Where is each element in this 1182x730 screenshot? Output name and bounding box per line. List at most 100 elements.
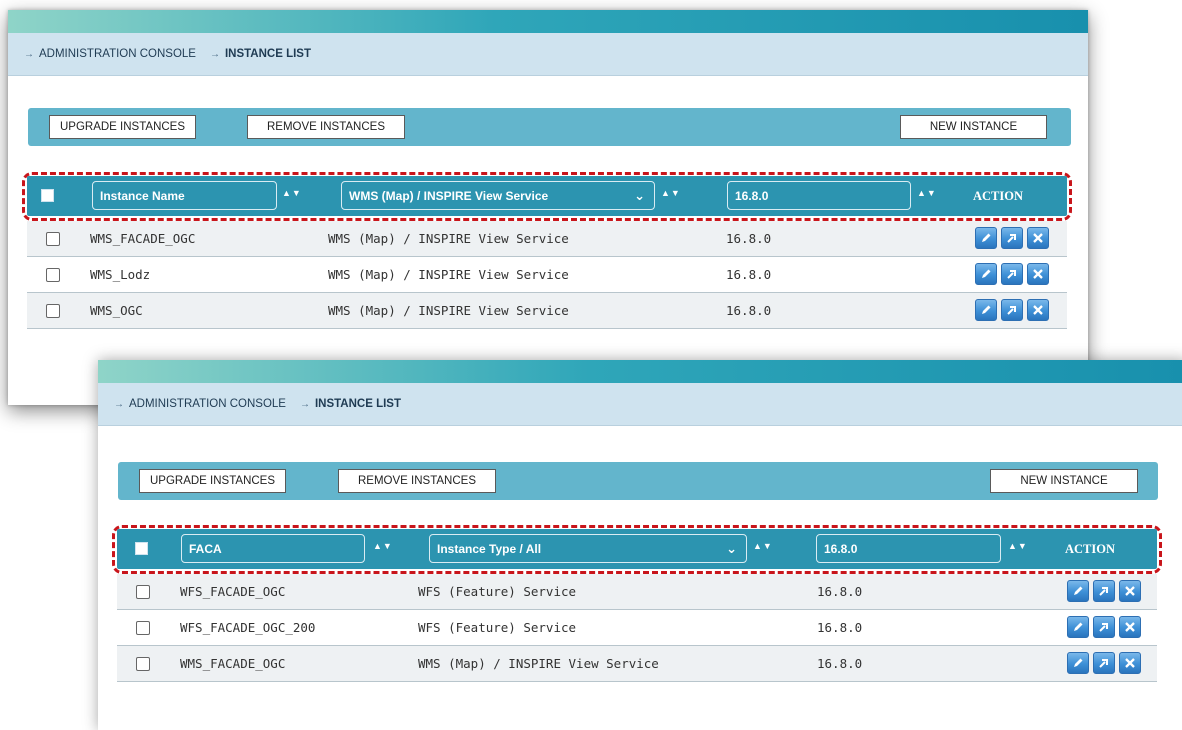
arrow-right-icon: →	[114, 398, 124, 410]
instance-type-select[interactable]: Instance Type / All ⌄	[429, 534, 747, 563]
table-row: WFS_FACADE_OGC WFS (Feature) Service 16.…	[117, 574, 1157, 610]
select-all-checkbox[interactable]	[41, 189, 54, 202]
upgrade-instances-button[interactable]: UPGRADE INSTANCES	[139, 469, 286, 493]
row-instance-name: WMS_Lodz	[90, 267, 151, 282]
row-version: 16.8.0	[817, 620, 863, 635]
table-row: WMS_FACADE_OGC WMS (Map) / INSPIRE View …	[117, 646, 1157, 682]
row-version: 16.8.0	[726, 267, 772, 282]
toolbar: UPGRADE INSTANCES REMOVE INSTANCES NEW I…	[118, 462, 1158, 500]
chevron-down-icon: ⌄	[726, 541, 737, 556]
delete-button[interactable]	[1027, 227, 1049, 249]
table-header: Instance Name ▲▼ WMS (Map) / INSPIRE Vie…	[27, 176, 1067, 216]
row-instance-name: WFS_FACADE_OGC_200	[180, 620, 316, 635]
breadcrumb-instance-list[interactable]: → INSTANCE LIST	[210, 48, 311, 60]
row-checkbox[interactable]	[46, 304, 60, 318]
sort-type-icon[interactable]: ▲▼	[661, 188, 681, 198]
arrow-right-icon: →	[24, 48, 34, 60]
toolbar: UPGRADE INSTANCES REMOVE INSTANCES NEW I…	[28, 108, 1071, 146]
close-icon	[1124, 585, 1136, 597]
arrow-icon	[1098, 585, 1110, 597]
instance-name-filter-input[interactable]: Instance Name	[92, 181, 277, 210]
instance-name-filter-input[interactable]: FACA	[181, 534, 365, 563]
instance-list-panel-2: → ADMINISTRATION CONSOLE → INSTANCE LIST…	[98, 360, 1182, 730]
instance-type-select[interactable]: WMS (Map) / INSPIRE View Service ⌄	[341, 181, 655, 210]
pencil-icon	[1072, 657, 1084, 669]
close-icon	[1032, 232, 1044, 244]
sort-name-icon[interactable]: ▲▼	[282, 188, 302, 198]
edit-button[interactable]	[975, 299, 997, 321]
version-filter-input[interactable]: 16.8.0	[816, 534, 1001, 563]
breadcrumb-instance-list[interactable]: → INSTANCE LIST	[300, 398, 401, 410]
top-banner	[98, 360, 1182, 383]
breadcrumb: → ADMINISTRATION CONSOLE → INSTANCE LIST	[98, 383, 1182, 426]
close-icon	[1032, 268, 1044, 280]
instance-type-select-value: Instance Type / All	[437, 541, 542, 556]
row-checkbox[interactable]	[136, 585, 150, 599]
open-button[interactable]	[1093, 616, 1115, 638]
instance-list-panel-1: → ADMINISTRATION CONSOLE → INSTANCE LIST…	[8, 10, 1088, 405]
action-column-header: ACTION	[1065, 542, 1116, 556]
edit-button[interactable]	[1067, 580, 1089, 602]
edit-button[interactable]	[975, 227, 997, 249]
breadcrumb-label: ADMINISTRATION CONSOLE	[129, 398, 286, 410]
row-instance-type: WMS (Map) / INSPIRE View Service	[328, 231, 569, 246]
new-instance-button[interactable]: NEW INSTANCE	[990, 469, 1138, 493]
open-button[interactable]	[1093, 652, 1115, 674]
breadcrumb-label: INSTANCE LIST	[224, 48, 312, 60]
delete-button[interactable]	[1119, 580, 1141, 602]
row-instance-name: WMS_FACADE_OGC	[180, 656, 286, 671]
row-instance-type: WFS (Feature) Service	[418, 620, 577, 635]
arrow-right-icon: →	[209, 48, 220, 60]
remove-instances-button[interactable]: REMOVE INSTANCES	[247, 115, 405, 139]
sort-version-icon[interactable]: ▲▼	[917, 188, 937, 198]
remove-instances-button[interactable]: REMOVE INSTANCES	[338, 469, 496, 493]
upgrade-instances-button[interactable]: UPGRADE INSTANCES	[49, 115, 196, 139]
breadcrumb-admin-console[interactable]: → ADMINISTRATION CONSOLE	[24, 48, 196, 60]
row-checkbox[interactable]	[136, 621, 150, 635]
version-filter-input[interactable]: 16.8.0	[727, 181, 911, 210]
close-icon	[1124, 657, 1136, 669]
pencil-icon	[980, 304, 992, 316]
breadcrumb-admin-console[interactable]: → ADMINISTRATION CONSOLE	[114, 398, 286, 410]
open-button[interactable]	[1001, 299, 1023, 321]
row-instance-name: WMS_OGC	[90, 303, 143, 318]
table-header: FACA ▲▼ Instance Type / All ⌄ ▲▼ 16.8.0 …	[117, 529, 1157, 569]
pencil-icon	[1072, 585, 1084, 597]
select-all-checkbox[interactable]	[135, 542, 148, 555]
new-instance-button[interactable]: NEW INSTANCE	[900, 115, 1047, 139]
table-row: WMS_FACADE_OGC WMS (Map) / INSPIRE View …	[27, 221, 1067, 257]
instance-type-select-value: WMS (Map) / INSPIRE View Service	[349, 188, 549, 203]
table-row: WMS_OGC WMS (Map) / INSPIRE View Service…	[27, 293, 1067, 329]
sort-name-icon[interactable]: ▲▼	[373, 541, 393, 551]
arrow-right-icon: →	[299, 398, 310, 410]
arrow-icon	[1098, 621, 1110, 633]
row-instance-type: WMS (Map) / INSPIRE View Service	[328, 303, 569, 318]
row-version: 16.8.0	[726, 303, 772, 318]
open-button[interactable]	[1001, 263, 1023, 285]
delete-button[interactable]	[1119, 616, 1141, 638]
row-version: 16.8.0	[817, 584, 863, 599]
arrow-icon	[1006, 304, 1018, 316]
open-button[interactable]	[1001, 227, 1023, 249]
row-checkbox[interactable]	[136, 657, 150, 671]
delete-button[interactable]	[1119, 652, 1141, 674]
pencil-icon	[1072, 621, 1084, 633]
row-instance-type: WMS (Map) / INSPIRE View Service	[418, 656, 659, 671]
edit-button[interactable]	[1067, 652, 1089, 674]
row-instance-name: WMS_FACADE_OGC	[90, 231, 196, 246]
sort-version-icon[interactable]: ▲▼	[1008, 541, 1028, 551]
pencil-icon	[980, 232, 992, 244]
arrow-icon	[1006, 232, 1018, 244]
open-button[interactable]	[1093, 580, 1115, 602]
pencil-icon	[980, 268, 992, 280]
row-version: 16.8.0	[726, 231, 772, 246]
breadcrumb-label: INSTANCE LIST	[314, 398, 402, 410]
delete-button[interactable]	[1027, 263, 1049, 285]
sort-type-icon[interactable]: ▲▼	[753, 541, 773, 551]
row-checkbox[interactable]	[46, 268, 60, 282]
arrow-icon	[1098, 657, 1110, 669]
row-checkbox[interactable]	[46, 232, 60, 246]
edit-button[interactable]	[1067, 616, 1089, 638]
delete-button[interactable]	[1027, 299, 1049, 321]
edit-button[interactable]	[975, 263, 997, 285]
